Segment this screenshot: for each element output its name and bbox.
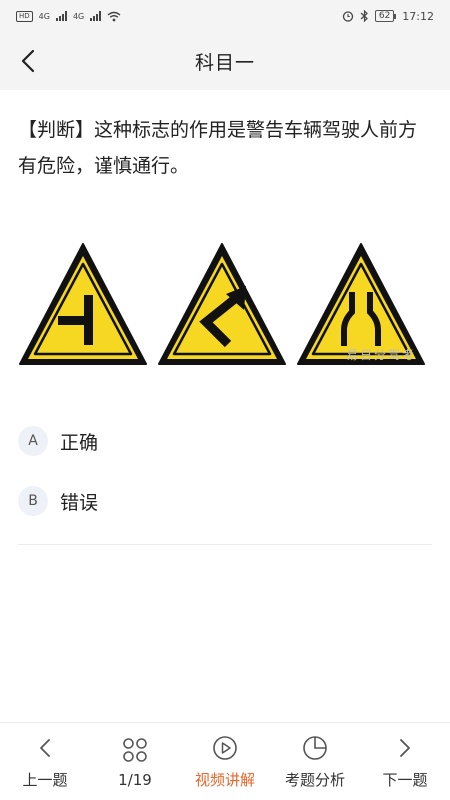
chevron-left-icon — [40, 739, 50, 757]
alarm-icon — [342, 11, 353, 22]
pie-chart-icon — [303, 736, 327, 760]
question-text: 【判断】这种标志的作用是警告车辆驾驶人前方有危险，谨慎通行。 — [18, 119, 418, 177]
signal-icon-2 — [90, 11, 102, 21]
bottom-nav: 上一题 1/19 视频讲解 考题分析 下一题 — [0, 722, 450, 800]
t-junction-sign — [19, 243, 147, 365]
prev-question-label: 上一题 — [22, 771, 68, 789]
reverse-curve-sign — [158, 243, 286, 365]
play-circle-icon — [213, 736, 237, 760]
divider — [18, 544, 432, 545]
question-analysis-button[interactable]: 考题分析 — [270, 733, 360, 790]
signal-icon — [55, 11, 67, 21]
chevron-left-icon — [21, 49, 35, 73]
status-bar: HD 4G 4G 62 17:12 — [0, 0, 450, 32]
option-b[interactable]: B 错误 — [18, 482, 432, 520]
network-4g-label-2: 4G — [72, 11, 85, 21]
question-image: 易日分驾考 — [18, 240, 432, 370]
network-4g-label: 4G — [38, 11, 50, 21]
question-progress: 1/19 — [118, 770, 152, 789]
option-a[interactable]: A 正确 — [18, 422, 432, 460]
option-a-text: 正确 — [60, 431, 99, 454]
video-explain-button[interactable]: 视频讲解 — [180, 733, 270, 790]
question-analysis-label: 考题分析 — [284, 771, 345, 789]
hd-tag: HD — [16, 10, 33, 22]
video-explain-label: 视频讲解 — [194, 771, 255, 789]
option-a-key: A — [18, 426, 48, 456]
question-grid-button[interactable]: 1/19 — [90, 735, 180, 789]
battery-icon: 62 — [374, 10, 397, 22]
wifi-icon — [107, 11, 121, 21]
next-question-button[interactable]: 下一题 — [360, 733, 450, 790]
chevron-right-icon — [400, 739, 410, 757]
battery-level: 62 — [374, 10, 395, 22]
grid-icon — [123, 737, 147, 762]
image-watermark: 易日分驾考 — [346, 348, 417, 362]
status-right: 62 17:12 — [342, 10, 434, 23]
page-title: 科目一 — [194, 51, 255, 74]
next-question-label: 下一题 — [382, 771, 428, 789]
status-left: HD 4G 4G — [16, 10, 121, 22]
clock: 17:12 — [402, 9, 434, 23]
prev-question-button[interactable]: 上一题 — [0, 733, 90, 790]
option-b-key: B — [18, 486, 48, 516]
option-b-text: 错误 — [60, 491, 99, 514]
header: 科目一 — [0, 32, 450, 90]
back-button[interactable] — [12, 45, 44, 77]
bluetooth-icon — [360, 10, 368, 22]
answer-options: A 正确 B 错误 — [18, 422, 432, 542]
